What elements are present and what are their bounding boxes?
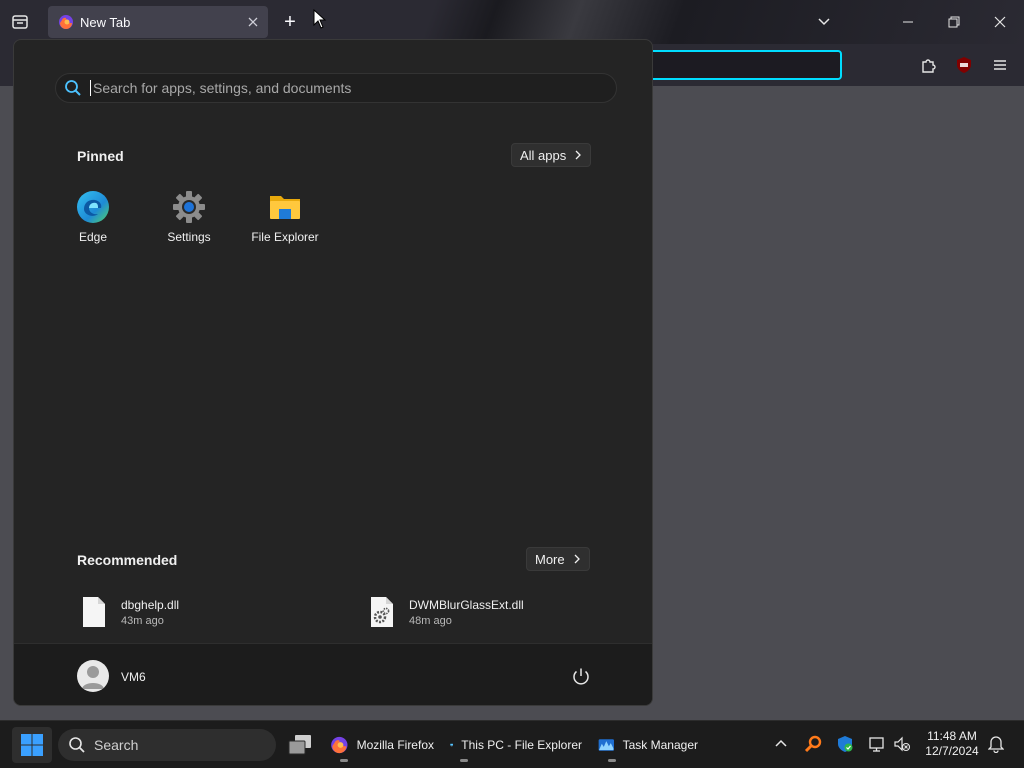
chevron-up-icon: [775, 739, 787, 747]
tab-list-button[interactable]: [6, 8, 34, 36]
recommended-item-dwmblurglassext[interactable]: DWMBlurGlassExt.dll 48m ago: [369, 594, 524, 630]
close-icon: [248, 17, 258, 26]
taskbar-search-label: Search: [94, 737, 139, 753]
close-window-button[interactable]: [980, 8, 1020, 36]
running-indicator: [608, 759, 616, 762]
taskbar-app-label: Mozilla Firefox: [356, 738, 434, 752]
magnifier-orange-icon: [804, 735, 822, 753]
tray-volume[interactable]: [892, 734, 912, 754]
chevron-down-icon[interactable]: [816, 14, 832, 30]
user-icon: [82, 666, 104, 689]
user-avatar[interactable]: [77, 660, 109, 692]
recommended-item-time: 48m ago: [409, 614, 452, 627]
start-search-box[interactable]: [55, 73, 617, 103]
start-menu: Pinned All apps Edge: [13, 39, 653, 706]
pinned-app-settings[interactable]: Settings: [147, 190, 231, 250]
browser-tab[interactable]: New Tab: [48, 6, 268, 38]
mouse-cursor-icon: [313, 9, 327, 29]
power-icon[interactable]: [570, 666, 592, 688]
volume-muted-icon: [894, 736, 911, 752]
running-indicator: [340, 759, 348, 762]
minimize-icon: [903, 21, 913, 23]
running-indicator: [460, 759, 468, 762]
minimize-button[interactable]: [888, 8, 928, 36]
puzzle-icon: [922, 59, 936, 73]
start-search-input[interactable]: [91, 80, 616, 96]
chevron-right-icon: [574, 554, 580, 564]
network-monitor-icon: [869, 737, 884, 752]
taskbar-app-task-manager[interactable]: Task Manager: [598, 727, 698, 763]
monitor-icon: [450, 743, 454, 747]
task-manager-icon: [598, 739, 614, 751]
bell-icon: [988, 736, 1004, 753]
pinned-app-file-explorer[interactable]: File Explorer: [243, 190, 327, 250]
tab-title: New Tab: [80, 14, 131, 30]
new-tab-button[interactable]: +: [278, 10, 302, 34]
hamburger-icon: [994, 60, 1006, 70]
notifications-button[interactable]: [986, 734, 1006, 754]
tray-security[interactable]: [835, 734, 855, 754]
close-tab-button[interactable]: [248, 15, 258, 30]
defender-shield-icon: [838, 736, 853, 752]
chevron-right-icon: [575, 150, 582, 160]
taskbar-clock[interactable]: 11:48 AM 12/7/2024: [920, 729, 984, 759]
recommended-item-name: DWMBlurGlassExt.dll: [409, 597, 524, 612]
task-view-icon: [288, 735, 311, 755]
recommended-item-text: dbghelp.dll 43m ago: [121, 598, 179, 627]
taskbar-app-file-explorer[interactable]: This PC - File Explorer: [450, 727, 582, 763]
folder-icon: [270, 196, 300, 219]
start-button[interactable]: [12, 727, 52, 763]
search-icon: [65, 80, 81, 96]
clock-date: 12/7/2024: [925, 744, 979, 758]
windows-logo-icon: [21, 734, 43, 756]
url-bar[interactable]: [640, 50, 842, 80]
more-label: More: [535, 551, 565, 567]
recommended-item-time: 43m ago: [121, 614, 164, 627]
taskbar-app-firefox[interactable]: Mozilla Firefox: [330, 727, 434, 763]
firefox-icon: [59, 15, 73, 29]
all-apps-button[interactable]: All apps: [511, 143, 592, 167]
extensions-button[interactable]: [918, 54, 940, 76]
pinned-title: Pinned: [77, 148, 124, 164]
taskbar-app-label: This PC - File Explorer: [461, 738, 582, 752]
recommended-item-dbghelp[interactable]: dbghelp.dll 43m ago: [81, 594, 179, 630]
close-icon: [994, 16, 1006, 28]
start-user-bar: VM6: [14, 643, 652, 705]
firefox-icon: [331, 736, 348, 754]
tray-search-tool[interactable]: [803, 734, 823, 754]
ublock-shield-icon: [957, 57, 971, 73]
file-icon: [83, 597, 105, 627]
user-name: VM6: [121, 670, 146, 684]
pinned-app-label: Settings: [167, 230, 211, 244]
search-icon: [69, 737, 85, 753]
ublock-button[interactable]: [953, 54, 975, 76]
show-hidden-icons-button[interactable]: [771, 734, 791, 754]
menu-button[interactable]: [989, 54, 1011, 76]
tab-list-icon: [12, 15, 28, 29]
clock-time: 11:48 AM: [927, 729, 977, 743]
taskbar-search[interactable]: Search: [58, 729, 276, 761]
settings-gear-icon: [173, 191, 205, 223]
restore-icon: [948, 16, 960, 28]
task-view-button[interactable]: [286, 727, 318, 763]
all-apps-label: All apps: [520, 147, 567, 163]
recommended-item-name: dbghelp.dll: [121, 597, 180, 612]
pinned-app-label: File Explorer: [251, 230, 319, 244]
restore-button[interactable]: [934, 8, 974, 36]
edge-icon: [77, 191, 109, 223]
recommended-item-text: DWMBlurGlassExt.dll 48m ago: [409, 598, 524, 627]
taskbar-app-label: Task Manager: [622, 738, 698, 752]
pinned-app-edge[interactable]: Edge: [51, 190, 135, 250]
pinned-app-label: Edge: [78, 230, 108, 244]
more-button[interactable]: More: [526, 547, 590, 571]
settings-file-icon: [371, 597, 393, 627]
recommended-title: Recommended: [77, 552, 178, 568]
tray-network[interactable]: [867, 734, 887, 754]
